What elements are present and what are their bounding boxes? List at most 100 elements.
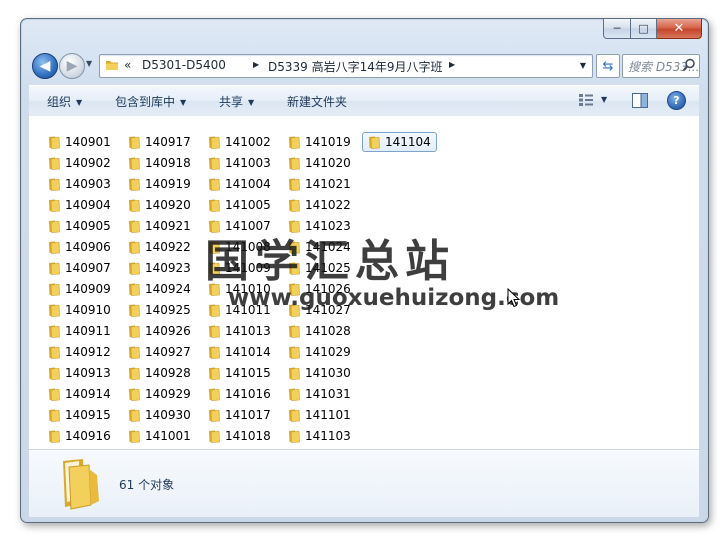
new-folder-button[interactable]: 新建文件夹: [287, 93, 347, 110]
folder-item[interactable]: 140906: [47, 238, 111, 256]
folder-item[interactable]: 141015: [207, 364, 271, 382]
folder-icon: [289, 178, 300, 191]
folder-icon: [49, 388, 60, 401]
folder-item[interactable]: 140927: [127, 343, 191, 361]
folder-icon: [289, 199, 300, 212]
folder-item[interactable]: 140915: [47, 406, 111, 424]
folder-item[interactable]: 141021: [287, 175, 351, 193]
folder-icon: [49, 367, 60, 380]
folder-item[interactable]: 140912: [47, 343, 111, 361]
folder-name: 140923: [145, 261, 191, 275]
folder-item[interactable]: 140904: [47, 196, 111, 214]
folder-item[interactable]: 140918: [127, 154, 191, 172]
folder-icon: [209, 346, 220, 359]
share-menu[interactable]: 共享 ▼: [219, 93, 254, 110]
folder-item[interactable]: 141016: [207, 385, 271, 403]
include-library-label: 包含到库中: [115, 95, 176, 109]
maximize-button[interactable]: □: [631, 19, 657, 39]
folder-icon: [49, 136, 60, 149]
folder-item[interactable]: 140916: [47, 427, 111, 445]
organize-label: 组织: [47, 95, 72, 109]
refresh-button[interactable]: ⇆: [596, 54, 620, 78]
folder-item[interactable]: 141018: [207, 427, 271, 445]
folder-item[interactable]: 141019: [287, 133, 351, 151]
folder-item[interactable]: 140928: [127, 364, 191, 382]
chevron-down-icon: ▼: [180, 98, 187, 107]
folder-name: 141030: [305, 366, 351, 380]
folder-item[interactable]: 140922: [127, 238, 191, 256]
search-icon[interactable]: [682, 58, 696, 72]
folder-item[interactable]: 140924: [127, 280, 191, 298]
folder-item[interactable]: 141002: [207, 133, 271, 151]
folder-item[interactable]: 141013: [207, 322, 271, 340]
chevron-down-icon[interactable]: ▼: [601, 95, 607, 104]
folder-name: 141001: [145, 429, 191, 443]
folder-item[interactable]: 140929: [127, 385, 191, 403]
large-folder-icon: [63, 459, 99, 510]
folder-name: 140913: [65, 366, 111, 380]
folder-item[interactable]: 141014: [207, 343, 271, 361]
back-button[interactable]: ◀: [32, 53, 58, 79]
folder-item[interactable]: 140907: [47, 259, 111, 277]
folder-item[interactable]: 140917: [127, 133, 191, 151]
folder-item[interactable]: 141020: [287, 154, 351, 172]
folder-item[interactable]: 140910: [47, 301, 111, 319]
folder-item[interactable]: 141017: [207, 406, 271, 424]
folder-item[interactable]: 141003: [207, 154, 271, 172]
folder-name: 140903: [65, 177, 111, 191]
folder-item[interactable]: 140921: [127, 217, 191, 235]
folder-item[interactable]: 140923: [127, 259, 191, 277]
organize-menu[interactable]: 组织 ▼: [47, 93, 82, 110]
folder-item[interactable]: 141104: [362, 132, 437, 152]
breadcrumb-arrow-icon[interactable]: ▶: [253, 60, 259, 69]
breadcrumb-item[interactable]: D5301-D5400: [142, 58, 226, 72]
breadcrumb-arrow-icon[interactable]: ▶: [449, 60, 455, 69]
search-input[interactable]: 搜索 D533...: [622, 54, 700, 78]
close-button[interactable]: ✕: [657, 19, 702, 39]
folder-item[interactable]: 140925: [127, 301, 191, 319]
folder-icon: [49, 325, 60, 338]
folder-icon: [209, 388, 220, 401]
folder-item[interactable]: 141103: [287, 427, 351, 445]
folder-item[interactable]: 140920: [127, 196, 191, 214]
folder-icon: [289, 409, 300, 422]
minimize-button[interactable]: ─: [603, 19, 631, 39]
folder-icon: [49, 262, 60, 275]
folder-icon: [106, 61, 118, 70]
folder-item[interactable]: 140926: [127, 322, 191, 340]
folder-icon: [129, 136, 140, 149]
view-options-icon[interactable]: [578, 93, 594, 107]
folder-icon: [129, 346, 140, 359]
folder-item[interactable]: 140930: [127, 406, 191, 424]
folder-item[interactable]: 140902: [47, 154, 111, 172]
forward-button[interactable]: ▶: [59, 53, 85, 79]
folder-item[interactable]: 141101: [287, 406, 351, 424]
folder-item[interactable]: 140903: [47, 175, 111, 193]
address-bar[interactable]: « D5301-D5400 ▶ D5339 高岩八字14年9月八字班 ▶ ▼: [99, 54, 593, 78]
folder-item[interactable]: 141030: [287, 364, 351, 382]
breadcrumb-item[interactable]: D5339 高岩八字14年9月八字班: [268, 58, 443, 75]
folder-icon: [49, 220, 60, 233]
folder-item[interactable]: 140901: [47, 133, 111, 151]
folder-item[interactable]: 140911: [47, 322, 111, 340]
folder-name: 140902: [65, 156, 111, 170]
folder-name: 140918: [145, 156, 191, 170]
folder-item[interactable]: 140909: [47, 280, 111, 298]
folder-item[interactable]: 141028: [287, 322, 351, 340]
folder-item[interactable]: 140919: [127, 175, 191, 193]
folder-item[interactable]: 140914: [47, 385, 111, 403]
folder-item[interactable]: 141001: [127, 427, 191, 445]
folder-item[interactable]: 141029: [287, 343, 351, 361]
address-dropdown-icon[interactable]: ▼: [580, 61, 586, 70]
folder-item[interactable]: 141031: [287, 385, 351, 403]
folder-item[interactable]: 140905: [47, 217, 111, 235]
preview-pane-icon[interactable]: [632, 93, 648, 108]
folder-item[interactable]: 141005: [207, 196, 271, 214]
folder-item[interactable]: 141004: [207, 175, 271, 193]
breadcrumb-root[interactable]: «: [124, 58, 131, 72]
help-button[interactable]: ?: [667, 91, 686, 110]
folder-item[interactable]: 140913: [47, 364, 111, 382]
include-library-menu[interactable]: 包含到库中 ▼: [115, 93, 186, 110]
recent-pages-dropdown[interactable]: ▼: [86, 59, 92, 68]
folder-item[interactable]: 141022: [287, 196, 351, 214]
